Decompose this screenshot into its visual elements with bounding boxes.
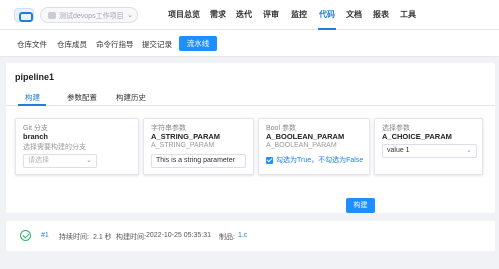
nav-item-code[interactable]: 代码 [319, 9, 335, 20]
artifact-label: 制品: [219, 234, 235, 241]
choice-param-value: value 1 [387, 147, 410, 154]
boolean-param-label[interactable]: 勾选为True，不勾选为False [276, 155, 363, 165]
nav-item-monitoring[interactable]: 监控 [291, 9, 307, 20]
subnav-pipeline[interactable]: 流水线 [179, 36, 217, 51]
duration-value: 2.1 秒 [93, 234, 112, 241]
tab-build-history[interactable]: 构建历史 [116, 92, 146, 103]
param-name: A_STRING_PARAM [151, 132, 221, 141]
page-title: pipeline1 [15, 72, 55, 82]
code-subnav: 仓库文件 仓库成员 命令行指导 提交记录 流水线 [0, 30, 499, 57]
param-desc: 选择需要构建的分支 [23, 144, 86, 151]
param-card-choice: 选择参数 A_CHOICE_PARAM value 1 ⌄ [374, 118, 483, 175]
subnav-commits[interactable]: 提交记录 [142, 39, 172, 50]
param-desc: A_STRING_PARAM [151, 142, 215, 149]
build-button[interactable]: 构建 [346, 198, 375, 213]
project-selector[interactable]: 测试devops工作项目 ⌄ [40, 7, 138, 23]
chevron-down-icon: ⌄ [86, 157, 92, 164]
param-desc: A_BOOLEAN_PARAM [266, 142, 337, 149]
tab-param-config[interactable]: 参数配置 [67, 92, 97, 103]
pipeline-tabs: 构建 参数配置 构建历史 [6, 88, 495, 106]
nav-item-reviews[interactable]: 评审 [263, 9, 279, 20]
subnav-cli-guide[interactable]: 命令行指导 [96, 39, 134, 50]
build-time-label: 构建时间: [116, 234, 146, 241]
choice-param-select[interactable]: value 1 ⌄ [382, 144, 477, 158]
subnav-repo-members[interactable]: 仓库成员 [57, 39, 87, 50]
top-nav: 测试devops工作项目 ⌄ 项目总览 需求 迭代 评审 监控 代码 文档 报表… [0, 0, 499, 30]
project-name: 测试devops工作项目 [59, 13, 124, 20]
chevron-down-icon: ⌄ [466, 147, 472, 154]
pipeline-panel: pipeline1 构建 参数配置 构建历史 Git 分支 branch 选择需… [6, 63, 495, 213]
nav-item-iterations[interactable]: 迭代 [236, 9, 252, 20]
param-name: branch [23, 132, 49, 141]
tab-build[interactable]: 构建 [25, 92, 40, 103]
nav-item-reports[interactable]: 报表 [373, 9, 389, 20]
build-number-link[interactable]: #1 [41, 232, 49, 239]
param-name: A_BOOLEAN_PARAM [266, 132, 345, 141]
nav-item-requirements[interactable]: 需求 [210, 9, 226, 20]
boolean-param-checkbox[interactable] [266, 157, 273, 164]
duration-label: 持续时间: [59, 234, 89, 241]
param-card-branch: Git 分支 branch 选择需要构建的分支 请选择 ⌄ [15, 118, 139, 175]
chevron-down-icon: ⌄ [127, 12, 133, 19]
active-tab-indicator [18, 104, 46, 106]
param-card-string: 字符串参数 A_STRING_PARAM A_STRING_PARAM This… [143, 118, 254, 175]
param-name: A_CHOICE_PARAM [382, 132, 452, 141]
nav-item-tools[interactable]: 工具 [400, 9, 416, 20]
app-logo-icon[interactable] [14, 8, 34, 22]
nav-item-docs[interactable]: 文档 [346, 9, 362, 20]
build-time-value: 2022-10-25 05:35:31 [146, 232, 211, 239]
subnav-repo-files[interactable]: 仓库文件 [17, 39, 47, 50]
build-history-row: #1 持续时间: 2.1 秒 构建时间: 2022-10-25 05:35:31… [6, 221, 495, 251]
param-card-boolean: Bool 参数 A_BOOLEAN_PARAM A_BOOLEAN_PARAM … [258, 118, 370, 175]
success-check-icon [20, 230, 31, 241]
artifact-link[interactable]: 1.c [238, 232, 247, 239]
project-avatar [48, 12, 56, 19]
nav-item-overview[interactable]: 项目总览 [168, 9, 200, 20]
branch-select-placeholder: 请选择 [28, 157, 49, 164]
branch-select[interactable]: 请选择 ⌄ [23, 154, 97, 168]
string-param-input[interactable]: This is a string parameter [151, 154, 246, 168]
